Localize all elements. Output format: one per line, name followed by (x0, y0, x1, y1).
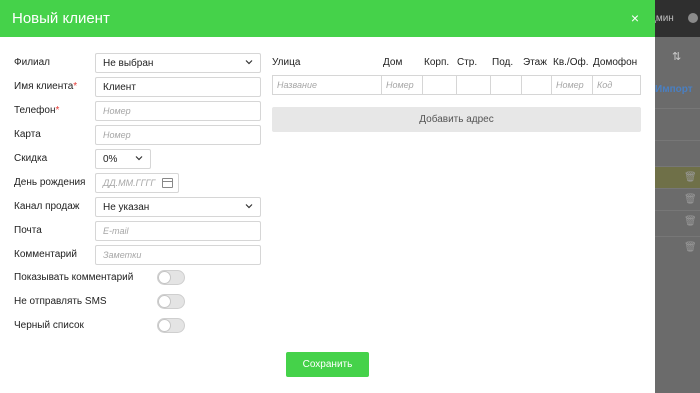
client-name-label-text: Имя клиента (14, 81, 74, 92)
chevron-down-icon (245, 60, 253, 65)
sales-channel-value: Не указан (103, 202, 150, 213)
house-placeholder: Номер (386, 80, 414, 90)
phone-label-text: Телефон (14, 105, 56, 116)
comment-placeholder: Заметки (103, 250, 142, 260)
discount-label: Скидка (14, 153, 48, 164)
blacklist-toggle[interactable] (157, 318, 185, 333)
card-placeholder: Номер (103, 130, 131, 140)
street-placeholder: Название (277, 80, 317, 90)
show-comment-toggle[interactable] (157, 270, 185, 285)
phone-label: Телефон* (14, 105, 59, 116)
close-icon[interactable]: × (628, 10, 642, 26)
address-header-building: Корп. (424, 57, 450, 68)
client-name-value: Клиент (103, 82, 136, 93)
structure-input[interactable] (457, 76, 491, 94)
building-input[interactable] (423, 76, 457, 94)
comment-label: Комментарий (14, 249, 77, 260)
required-mark: * (73, 81, 78, 92)
no-sms-label: Не отправлять SMS (14, 296, 107, 307)
birthday-input[interactable]: ДД.ММ.ГГГГ (95, 173, 179, 193)
birthday-placeholder: ДД.ММ.ГГГГ (103, 178, 156, 188)
sales-channel-label: Канал продаж (14, 201, 80, 212)
birthday-label: День рождения (14, 177, 86, 188)
email-placeholder: E-mail (103, 226, 129, 236)
address-header-street: Улица (272, 57, 301, 68)
trash-icon: 🗑 (684, 194, 697, 205)
modal-title: Новый клиент (12, 10, 110, 27)
add-address-button[interactable]: Добавить адрес (272, 107, 641, 132)
branch-label: Филиал (14, 57, 51, 68)
chevron-down-icon (135, 156, 143, 161)
branch-select[interactable]: Не выбран (95, 53, 261, 73)
toggle-knob (158, 295, 171, 308)
floor-input[interactable] (522, 76, 552, 94)
entrance-input[interactable] (491, 76, 522, 94)
toggle-knob (158, 319, 171, 332)
phone-placeholder: Номер (103, 106, 131, 116)
trash-icon: 🗑 (684, 242, 697, 253)
address-header-floor: Этаж (523, 57, 547, 68)
address-header-intercom: Домофон (593, 57, 638, 68)
address-header-entrance: Под. (492, 57, 514, 68)
blacklist-label: Черный список (14, 320, 84, 331)
chevron-down-icon (245, 204, 253, 209)
intercom-placeholder: Код (597, 80, 613, 90)
import-link: Импорт (655, 84, 693, 95)
intercom-input[interactable]: Код (593, 76, 640, 94)
required-mark: * (55, 105, 60, 116)
house-input[interactable]: Номер (382, 76, 423, 94)
apartment-placeholder: Номер (556, 80, 584, 90)
no-sms-toggle[interactable] (157, 294, 185, 309)
address-header-apartment: Кв./Оф. (553, 57, 589, 68)
client-name-label: Имя клиента* (14, 81, 77, 92)
email-label: Почта (14, 225, 42, 236)
filter-icon: ⇅ (672, 51, 682, 63)
calendar-icon[interactable] (162, 178, 173, 188)
trash-icon: 🗑 (684, 172, 697, 183)
user-avatar-icon (688, 13, 698, 23)
phone-input[interactable]: Номер (95, 101, 261, 121)
comment-input[interactable]: Заметки (95, 245, 261, 265)
save-button[interactable]: Сохранить (286, 352, 369, 377)
discount-value: 0% (103, 154, 118, 165)
trash-icon: 🗑 (684, 216, 697, 227)
sales-channel-select[interactable]: Не указан (95, 197, 261, 217)
address-input-row: Название Номер Номер Код (272, 75, 641, 95)
modal-header: Новый клиент × (0, 0, 655, 37)
branch-value: Не выбран (103, 58, 154, 69)
card-input[interactable]: Номер (95, 125, 261, 145)
client-name-input[interactable]: Клиент (95, 77, 261, 97)
apartment-input[interactable]: Номер (552, 76, 593, 94)
show-comment-label: Показывать комментарий (14, 272, 134, 283)
email-input[interactable]: E-mail (95, 221, 261, 241)
card-label: Карта (14, 129, 41, 140)
new-client-modal: Новый клиент × Филиал Не выбран Имя клие… (0, 0, 655, 393)
address-header-structure: Стр. (457, 57, 478, 68)
discount-select[interactable]: 0% (95, 149, 151, 169)
toggle-knob (158, 271, 171, 284)
address-header-house: Дом (383, 57, 403, 68)
street-input[interactable]: Название (273, 76, 382, 94)
